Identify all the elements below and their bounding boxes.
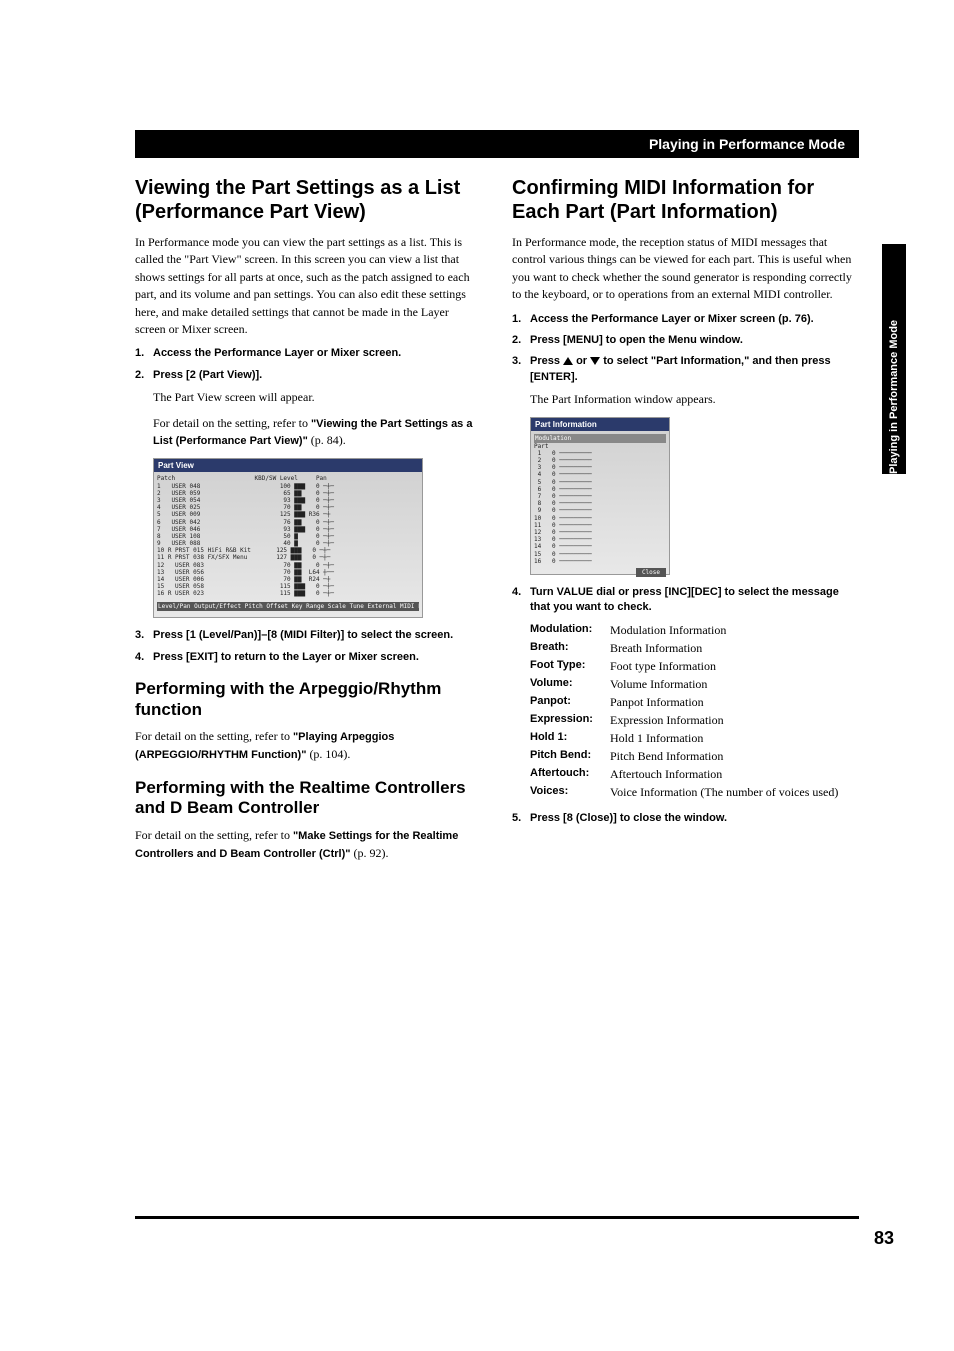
step-number: 2.: [512, 333, 530, 348]
content-columns: Viewing the Part Settings as a List (Per…: [135, 176, 859, 870]
info-value: Breath Information: [610, 639, 702, 657]
info-label: Breath:: [530, 639, 610, 657]
step-number: 4.: [512, 585, 530, 616]
info-row-volume: Volume: Volume Information: [530, 675, 859, 693]
info-row-panpot: Panpot: Panpot Information: [530, 693, 859, 711]
left-step2-desc-b: For detail on the setting, refer to "Vie…: [153, 415, 482, 451]
info-value: Foot type Information: [610, 657, 716, 675]
step-number: 5.: [512, 811, 530, 826]
info-value: Pitch Bend Information: [610, 747, 723, 765]
info-label: Aftertouch:: [530, 765, 610, 783]
right-step-1: 1. Access the Performance Layer or Mixer…: [512, 312, 859, 327]
step-text: Press [EXIT] to return to the Layer or M…: [153, 650, 482, 665]
step-text: Access the Performance Layer or Mixer sc…: [153, 346, 482, 361]
step-text: Press [2 (Part View)].: [153, 368, 482, 383]
info-row-aftertouch: Aftertouch: Aftertouch Information: [530, 765, 859, 783]
info-value: Hold 1 Information: [610, 729, 703, 747]
left-step-1: 1. Access the Performance Layer or Mixer…: [135, 346, 482, 361]
step-text: Press [1 (Level/Pan)]–[8 (MIDI Filter)] …: [153, 628, 482, 643]
right-step-5: 5. Press [8 (Close)] to close the window…: [512, 811, 859, 826]
info-label: Pitch Bend:: [530, 747, 610, 765]
info-value: Expression Information: [610, 711, 724, 729]
info-row-expression: Expression: Expression Information: [530, 711, 859, 729]
info-label: Hold 1:: [530, 729, 610, 747]
right-step-4: 4. Turn VALUE dial or press [INC][DEC] t…: [512, 585, 859, 616]
right-intro: In Performance mode, the reception statu…: [512, 234, 859, 304]
info-label: Voices:: [530, 783, 610, 801]
page-header-bar: Playing in Performance Mode: [135, 130, 859, 158]
text-pre: For detail on the setting, refer to: [135, 828, 293, 842]
text-pre: For detail on the setting, refer to: [135, 729, 293, 743]
screenshot-subtitle: Modulation: [534, 434, 666, 443]
info-value: Modulation Information: [610, 621, 726, 639]
info-value: Voice Information (The number of voices …: [610, 783, 838, 801]
info-label: Volume:: [530, 675, 610, 693]
side-tab: Playing in Performance Mode: [882, 244, 906, 474]
step-text: Press [MENU] to open the Menu window.: [530, 333, 859, 348]
info-value: Panpot Information: [610, 693, 704, 711]
info-row-breath: Breath: Breath Information: [530, 639, 859, 657]
right-column: Confirming MIDI Information for Each Par…: [512, 176, 859, 870]
info-row-pitchbend: Pitch Bend: Pitch Bend Information: [530, 747, 859, 765]
info-row-modulation: Modulation: Modulation Information: [530, 621, 859, 639]
screenshot-title: Part View: [154, 459, 422, 472]
right-step-2: 2. Press [MENU] to open the Menu window.: [512, 333, 859, 348]
page-number: 83: [874, 1228, 894, 1249]
info-row-voices: Voices: Voice Information (The number of…: [530, 783, 859, 801]
step-text: Turn VALUE dial or press [INC][DEC] to s…: [530, 585, 859, 616]
step-number: 4.: [135, 650, 153, 665]
left-h2-realtime: Performing with the Realtime Controllers…: [135, 778, 482, 819]
left-p-arpeggio: For detail on the setting, refer to "Pla…: [135, 728, 482, 764]
page-footer-bar: [135, 1216, 859, 1219]
text-pre: Press: [530, 355, 563, 367]
step-number: 1.: [512, 312, 530, 327]
info-table: Modulation: Modulation Information Breat…: [530, 621, 859, 801]
text-mid: or: [573, 355, 590, 367]
step-text: Access the Performance Layer or Mixer sc…: [530, 312, 859, 327]
step-number: 2.: [135, 368, 153, 383]
info-label: Foot Type:: [530, 657, 610, 675]
screenshot-body: Patch KBD/SW Level Pan 1 USER 048 100 ▇▇…: [154, 472, 422, 613]
down-arrow-icon: [590, 357, 600, 365]
part-view-screenshot: Part View Patch KBD/SW Level Pan 1 USER …: [153, 458, 423, 618]
left-intro: In Performance mode you can view the par…: [135, 234, 482, 338]
left-h2-arpeggio: Performing with the Arpeggio/Rhythm func…: [135, 679, 482, 720]
text-post: (p. 84).: [308, 433, 346, 447]
left-step-3: 3. Press [1 (Level/Pan)]–[8 (MIDI Filter…: [135, 628, 482, 643]
screenshot-title: Part Information: [531, 418, 669, 431]
info-label: Panpot:: [530, 693, 610, 711]
left-step-2: 2. Press [2 (Part View)].: [135, 368, 482, 383]
left-step2-desc-a: The Part View screen will appear.: [153, 389, 482, 406]
info-value: Volume Information: [610, 675, 707, 693]
step-number: 3.: [512, 354, 530, 385]
info-label: Modulation:: [530, 621, 610, 639]
right-step3-desc: The Part Information window appears.: [530, 391, 859, 408]
left-heading: Viewing the Part Settings as a List (Per…: [135, 176, 482, 224]
info-label: Expression:: [530, 711, 610, 729]
step-number: 1.: [135, 346, 153, 361]
step-text: Press [8 (Close)] to close the window.: [530, 811, 859, 826]
info-row-hold: Hold 1: Hold 1 Information: [530, 729, 859, 747]
page-header-title: Playing in Performance Mode: [649, 136, 845, 152]
left-p-realtime: For detail on the setting, refer to "Mak…: [135, 827, 482, 863]
up-arrow-icon: [563, 357, 573, 365]
step-number: 3.: [135, 628, 153, 643]
right-heading: Confirming MIDI Information for Each Par…: [512, 176, 859, 224]
left-step-4: 4. Press [EXIT] to return to the Layer o…: [135, 650, 482, 665]
screenshot-body: Modulation Part 1 0 ───────── 2 0 ──────…: [531, 431, 669, 580]
step-text: Press or to select "Part Information," a…: [530, 354, 859, 385]
right-step-3: 3. Press or to select "Part Information,…: [512, 354, 859, 385]
left-column: Viewing the Part Settings as a List (Per…: [135, 176, 482, 870]
info-value: Aftertouch Information: [610, 765, 722, 783]
info-row-foot: Foot Type: Foot type Information: [530, 657, 859, 675]
side-tab-label: Playing in Performance Mode: [888, 320, 900, 474]
text-post: (p. 104).: [306, 747, 350, 761]
text-pre: For detail on the setting, refer to: [153, 416, 311, 430]
text-post: (p. 92).: [350, 846, 388, 860]
part-info-screenshot: Part Information Modulation Part 1 0 ───…: [530, 417, 670, 575]
